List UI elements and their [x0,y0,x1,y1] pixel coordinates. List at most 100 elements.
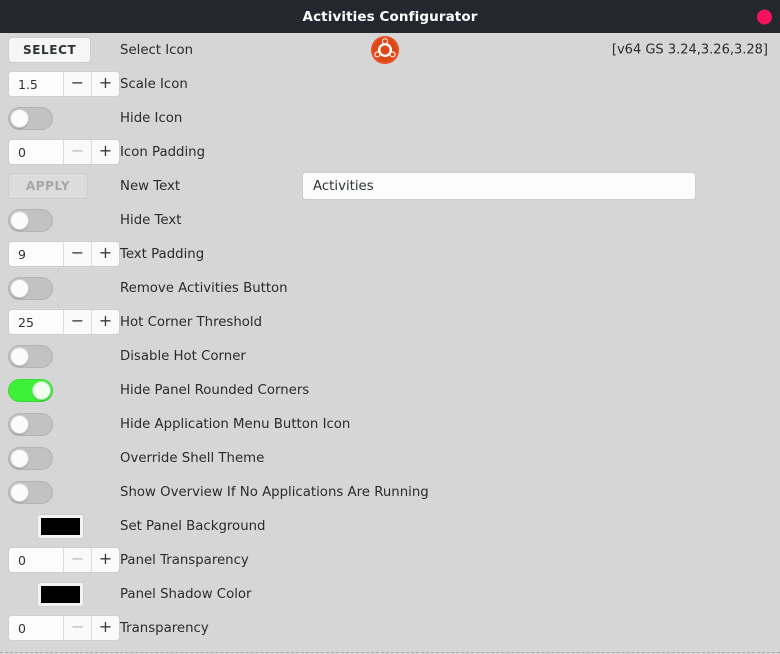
icon-padding-decrement-button: − [63,140,91,164]
settings-row-icon-padding: 0− + Icon Padding [0,135,780,169]
control-cell-scale-icon: 1.5− + [0,71,120,97]
new-text-input[interactable] [302,172,696,200]
hide-application-menu-button-icon-toggle[interactable] [8,412,53,436]
settings-row-text-padding: 9− + Text Padding [0,237,780,271]
scale-icon-decrement-button[interactable]: − [63,72,91,96]
close-icon[interactable] [757,9,772,24]
settings-row-hide-panel-rounded-corners: Hide Panel Rounded Corners [0,373,780,407]
toggle-knob [10,482,29,502]
text-padding-value-input[interactable]: 9 [9,242,63,266]
control-cell-set-panel-background [0,513,120,539]
toggle-knob [10,108,29,128]
show-overview-if-no-applications-are-running-label: Show Overview If No Applications Are Run… [120,484,429,500]
control-cell-icon-padding: 0− + [0,139,120,165]
ubuntu-logo-icon [370,35,400,65]
settings-list: SELECT Select Icon [v64 GS 3.24,3.26,3.28]… [0,33,780,654]
select-icon-label: Select Icon [120,42,194,58]
control-cell-remove-activities-button [0,276,120,300]
settings-row-scale-icon: 1.5− + Scale Icon [0,67,780,101]
override-shell-theme-label: Override Shell Theme [120,450,265,466]
panel-transparency-increment-button[interactable]: + [91,548,119,572]
hot-corner-threshold-decrement-button[interactable]: − [63,310,91,334]
transparency-decrement-button: − [63,616,91,640]
settings-row-remove-activities-button: Remove Activities Button [0,271,780,305]
panel-transparency-decrement-button: − [63,548,91,572]
transparency-value-input[interactable]: 0 [9,616,63,640]
toggle-knob [10,414,29,434]
select-icon-button[interactable]: SELECT [8,37,92,63]
override-shell-theme-toggle[interactable] [8,446,53,470]
version-label: [v64 GS 3.24,3.26,3.28] [611,42,768,58]
text-padding-label: Text Padding [120,246,205,262]
settings-row-select-icon: SELECT Select Icon [v64 GS 3.24,3.26,3.28] [0,33,780,67]
panel-shadow-color-color-swatch[interactable] [36,581,84,607]
panel-transparency-label: Panel Transparency [120,552,249,568]
transparency-increment-button[interactable]: + [91,616,119,640]
hide-icon-label: Hide Icon [120,110,183,126]
remove-activities-button-toggle[interactable] [8,276,53,300]
text-padding-increment-button[interactable]: + [91,242,119,266]
settings-row-hot-corner-threshold: 25− + Hot Corner Threshold [0,305,780,339]
settings-row-hide-text: Hide Text [0,203,780,237]
icon-padding-spinner: 0− + [8,139,120,165]
transparency-spinner: 0− + [8,615,120,641]
scale-icon-label: Scale Icon [120,76,188,92]
control-cell-select-icon: SELECT [0,37,120,63]
settings-row-panel-transparency: 0− + Panel Transparency [0,543,780,577]
new-text-label: New Text [120,178,181,194]
hide-text-toggle[interactable] [8,208,53,232]
window-titlebar: Activities Configurator [0,0,780,33]
scale-icon-spinner: 1.5− + [8,71,120,97]
hot-corner-threshold-label: Hot Corner Threshold [120,314,263,330]
panel-transparency-value-input[interactable]: 0 [9,548,63,572]
settings-row-new-text: APPLY New Text [0,169,780,203]
disable-hot-corner-toggle[interactable] [8,344,53,368]
hide-panel-rounded-corners-toggle[interactable] [8,378,53,402]
control-cell-hide-panel-rounded-corners [0,378,120,402]
scale-icon-value-input[interactable]: 1.5 [9,72,63,96]
hot-corner-threshold-increment-button[interactable]: + [91,310,119,334]
toggle-knob [10,210,29,230]
control-cell-transparency: 0− + [0,615,120,641]
set-panel-background-label: Set Panel Background [120,518,266,534]
settings-row-transparency: 0− + Transparency [0,611,780,645]
settings-row-hide-application-menu-button-icon: Hide Application Menu Button Icon [0,407,780,441]
hide-application-menu-button-icon-label: Hide Application Menu Button Icon [120,416,351,432]
text-padding-spinner: 9− + [8,241,120,267]
remove-activities-button-label: Remove Activities Button [120,280,288,296]
settings-row-disable-hot-corner: Disable Hot Corner [0,339,780,373]
control-cell-hide-text [0,208,120,232]
disable-hot-corner-label: Disable Hot Corner [120,348,246,364]
toggle-knob [10,448,29,468]
control-cell-hide-icon [0,106,120,130]
toggle-knob [10,278,29,298]
new-text-button: APPLY [8,173,88,199]
panel-shadow-color-label: Panel Shadow Color [120,586,252,602]
panel-transparency-spinner: 0− + [8,547,120,573]
hot-corner-threshold-value-input[interactable]: 25 [9,310,63,334]
hide-text-label: Hide Text [120,212,182,228]
hot-corner-threshold-spinner: 25− + [8,309,120,335]
control-cell-override-shell-theme [0,446,120,470]
show-overview-if-no-applications-are-running-toggle[interactable] [8,480,53,504]
settings-row-set-panel-background: Set Panel Background [0,509,780,543]
control-cell-new-text: APPLY [0,173,120,199]
control-cell-panel-shadow-color [0,581,120,607]
hide-icon-toggle[interactable] [8,106,53,130]
text-padding-decrement-button[interactable]: − [63,242,91,266]
settings-row-hide-icon: Hide Icon [0,101,780,135]
icon-padding-value-input[interactable]: 0 [9,140,63,164]
toggle-knob [10,346,29,366]
toggle-knob [32,380,51,400]
hide-panel-rounded-corners-label: Hide Panel Rounded Corners [120,382,310,398]
set-panel-background-color-swatch[interactable] [36,513,84,539]
control-cell-text-padding: 9− + [0,241,120,267]
control-cell-hot-corner-threshold: 25− + [0,309,120,335]
scale-icon-increment-button[interactable]: + [91,72,119,96]
icon-padding-label: Icon Padding [120,144,206,160]
control-cell-hide-application-menu-button-icon [0,412,120,436]
settings-row-show-overview-if-no-applications-are-running: Show Overview If No Applications Are Run… [0,475,780,509]
control-cell-disable-hot-corner [0,344,120,368]
icon-padding-increment-button[interactable]: + [91,140,119,164]
transparency-label: Transparency [120,620,209,636]
